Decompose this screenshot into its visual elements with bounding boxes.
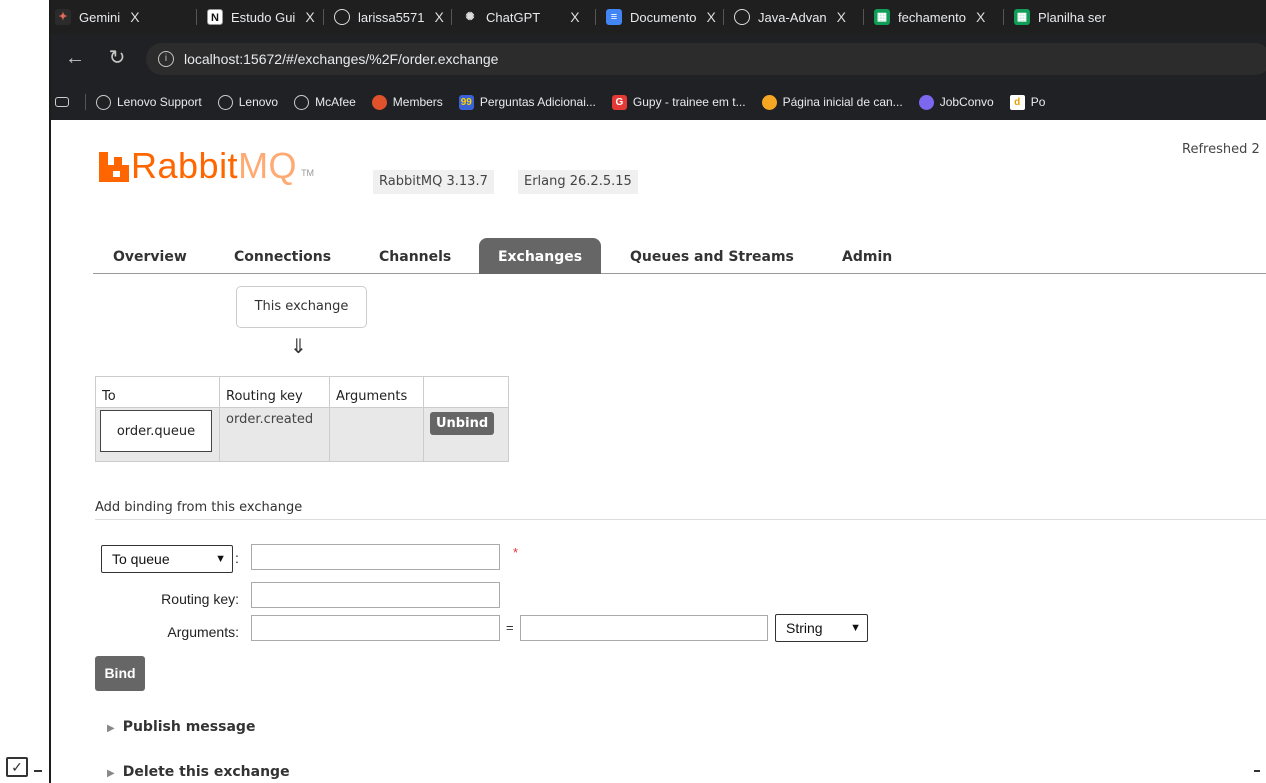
- dash-mark: [34, 770, 42, 772]
- destination-name-input[interactable]: [251, 544, 500, 570]
- chevron-down-icon: ▼: [215, 553, 226, 565]
- jobconvo-icon: [918, 94, 934, 110]
- tab-planilha[interactable]: ▦ Planilha ser: [1008, 4, 1106, 30]
- sheets-icon: ▦: [874, 9, 890, 25]
- tab-exchanges[interactable]: Exchanges: [479, 238, 601, 274]
- tab-search-icon[interactable]: [55, 97, 75, 107]
- url-text[interactable]: localhost:15672/#/exchanges/%2F/order.ex…: [184, 51, 498, 67]
- main-nav: Overview Connections Channels Exchanges …: [93, 238, 1266, 274]
- routing-key-cell: order.created: [219, 407, 330, 462]
- globe-icon: [96, 94, 111, 110]
- bookmark-members[interactable]: Members: [371, 94, 443, 110]
- this-exchange-box: This exchange: [236, 286, 367, 328]
- browser-chrome: ✦ Gemini X N Estudo Gui X larissa5571 X …: [51, 0, 1266, 120]
- arguments-label: Arguments:: [167, 624, 239, 640]
- bookmark-canvas[interactable]: Página inicial de can...: [761, 94, 903, 110]
- tab-channels[interactable]: Channels: [369, 238, 461, 274]
- bookmark-lenovo-support[interactable]: Lenovo Support: [96, 94, 202, 110]
- chevron-down-icon: ▼: [850, 622, 861, 634]
- triangle-right-icon: ▶: [107, 768, 115, 779]
- bind-button[interactable]: Bind: [95, 656, 145, 691]
- docs-icon: ≡: [606, 9, 622, 25]
- tab-estudo[interactable]: N Estudo Gui X: [201, 4, 315, 30]
- tab-fechamento[interactable]: ▦ fechamento X: [868, 4, 985, 30]
- back-arrow-icon[interactable]: ←: [61, 44, 89, 72]
- arguments-cell: [329, 407, 424, 462]
- bindings-table: To Routing key Arguments order.queue ord…: [95, 376, 509, 462]
- tab-admin[interactable]: Admin: [832, 238, 902, 274]
- publish-message-section[interactable]: ▶ Publish message: [107, 719, 255, 735]
- github-icon: [334, 9, 350, 25]
- column-header-routing-key: Routing key: [219, 376, 330, 408]
- triangle-right-icon: ▶: [107, 723, 115, 734]
- required-marker: *: [513, 545, 519, 560]
- sheets-icon: ▦: [1014, 9, 1030, 25]
- tab-overview[interactable]: Overview: [103, 238, 197, 274]
- scroll-indicator: [1254, 770, 1260, 772]
- 99-icon: 99: [458, 94, 474, 110]
- argument-type-select[interactable]: String ▼: [775, 614, 868, 642]
- rabbitmq-version: RabbitMQ 3.13.7: [373, 170, 494, 194]
- routing-key-label: Routing key:: [161, 591, 239, 607]
- chatgpt-icon: ✺: [462, 9, 478, 25]
- address-row: ← ↻ i localhost:15672/#/exchanges/%2F/or…: [51, 38, 1266, 80]
- members-icon: [371, 94, 387, 110]
- globe-icon: [294, 94, 310, 110]
- argument-key-input[interactable]: [251, 615, 500, 641]
- reload-icon[interactable]: ↻: [103, 44, 131, 72]
- routing-key-input[interactable]: [251, 582, 500, 608]
- close-icon[interactable]: X: [976, 9, 985, 25]
- bookmark-mcafee[interactable]: McAfee: [294, 94, 356, 110]
- tab-github-larissa[interactable]: larissa5571 X: [328, 4, 444, 30]
- tab-strip: ✦ Gemini X N Estudo Gui X larissa5571 X …: [51, 0, 1266, 34]
- queue-link[interactable]: order.queue: [100, 410, 212, 452]
- tab-java-advanced[interactable]: Java-Advan X: [728, 4, 846, 30]
- info-icon[interactable]: i: [158, 51, 174, 67]
- delete-exchange-section[interactable]: ▶ Delete this exchange: [107, 764, 290, 780]
- close-icon[interactable]: X: [570, 9, 579, 25]
- close-icon[interactable]: X: [706, 9, 715, 25]
- rabbitmq-page: RabbitMQ TM RabbitMQ 3.13.7 Erlang 26.2.…: [51, 120, 1266, 783]
- github-icon: [734, 9, 750, 25]
- close-icon[interactable]: X: [435, 9, 444, 25]
- bookmark-po[interactable]: d Po: [1009, 94, 1045, 110]
- tab-documento[interactable]: ≡ Documento X: [600, 4, 716, 30]
- destination-type-select[interactable]: To queue ▼: [101, 545, 233, 573]
- bookmark-jobconvo[interactable]: JobConvo: [918, 94, 994, 110]
- close-icon[interactable]: X: [837, 9, 846, 25]
- table-row: order.queue order.created Unbind: [95, 407, 509, 462]
- close-icon[interactable]: X: [130, 9, 139, 25]
- unbind-button[interactable]: Unbind: [430, 412, 495, 435]
- refreshed-status[interactable]: Refreshed 2: [1182, 142, 1260, 157]
- rabbitmq-logo[interactable]: RabbitMQ TM: [99, 148, 314, 184]
- checkbox-icon[interactable]: ✓: [6, 757, 28, 777]
- column-header-arguments: Arguments: [329, 376, 424, 408]
- canvas-icon: [761, 94, 777, 110]
- tab-queues-and-streams[interactable]: Queues and Streams: [620, 238, 804, 274]
- bookmarks-bar: Lenovo Support Lenovo McAfee Members 99 …: [51, 88, 1266, 116]
- down-arrow-icon: ⇓: [290, 336, 307, 358]
- rabbitmq-logo-icon: [99, 152, 129, 182]
- column-header-to: To: [95, 376, 220, 408]
- address-bar[interactable]: i localhost:15672/#/exchanges/%2F/order.…: [146, 43, 1266, 75]
- destination-colon: :: [235, 550, 239, 566]
- gemini-icon: ✦: [55, 9, 71, 25]
- close-icon[interactable]: X: [305, 9, 314, 25]
- tab-gemini[interactable]: ✦ Gemini X: [51, 4, 140, 30]
- add-binding-title: Add binding from this exchange: [95, 500, 1266, 520]
- bookmark-lenovo[interactable]: Lenovo: [217, 94, 278, 110]
- globe-icon: [217, 94, 233, 110]
- d-icon: d: [1009, 94, 1025, 110]
- tab-chatgpt[interactable]: ✺ ChatGPT X: [456, 4, 580, 30]
- bookmark-perguntas[interactable]: 99 Perguntas Adicionai...: [458, 94, 596, 110]
- column-header-actions: [423, 376, 509, 408]
- argument-value-input[interactable]: [520, 615, 768, 641]
- tab-connections[interactable]: Connections: [224, 238, 341, 274]
- desktop-left-strip: ✓: [0, 0, 51, 783]
- gupy-icon: G: [611, 94, 627, 110]
- erlang-version: Erlang 26.2.5.15: [518, 170, 638, 194]
- equals-sign: =: [506, 620, 514, 635]
- bookmark-gupy[interactable]: G Gupy - trainee em t...: [611, 94, 746, 110]
- notion-icon: N: [207, 9, 223, 25]
